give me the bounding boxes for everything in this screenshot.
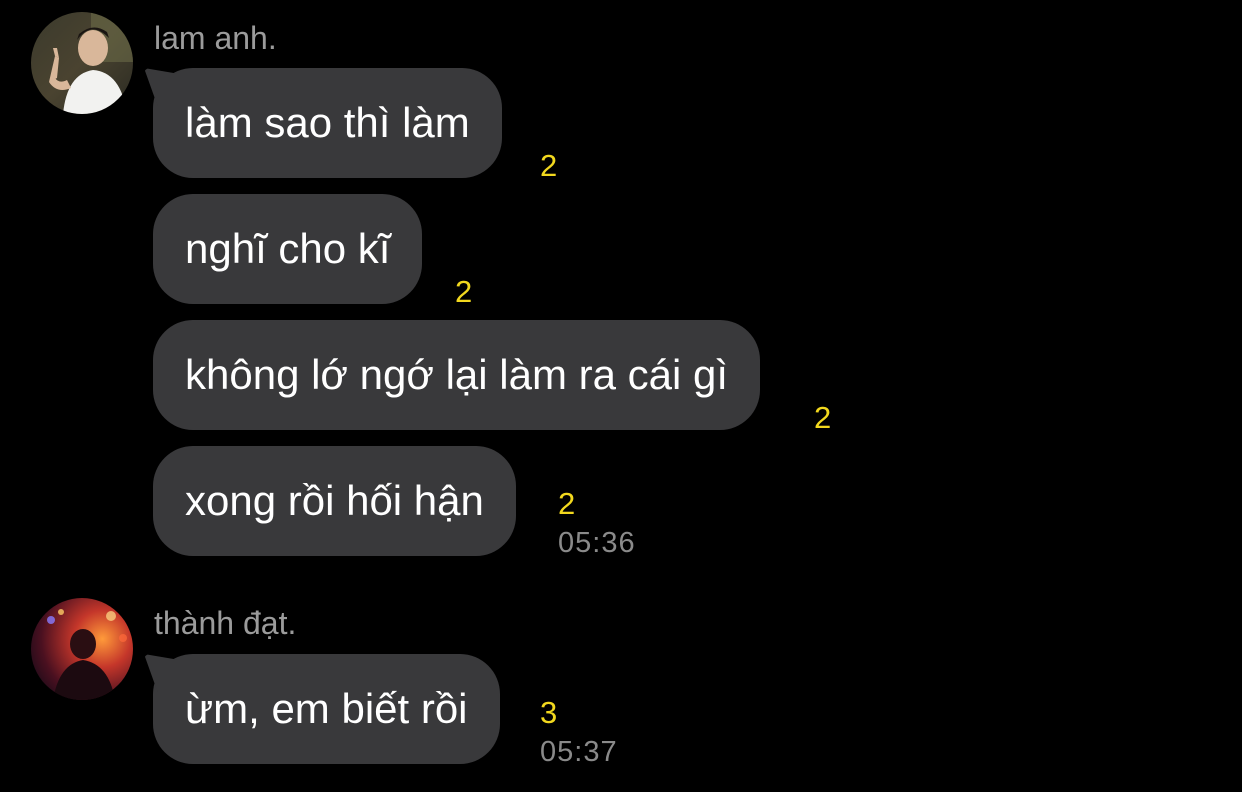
message-text: làm sao thì làm <box>185 99 470 146</box>
unread-count: 2 <box>540 148 558 183</box>
unread-count: 2 <box>455 274 473 309</box>
message-timestamp: 05:37 <box>540 736 618 768</box>
unread-count: 2 <box>558 486 576 521</box>
message-bubble[interactable]: nghĩ cho kĩ <box>153 194 423 304</box>
sender-name: thành đạt. <box>154 605 297 641</box>
avatar[interactable] <box>31 598 133 700</box>
message-timestamp: 05:36 <box>558 527 636 559</box>
message-bubble[interactable]: không lớ ngớ lại làm ra cái gì <box>153 320 761 430</box>
message-text: không lớ ngớ lại làm ra cái gì <box>185 351 729 398</box>
message-text: ừm, em biết rồi <box>185 685 468 732</box>
unread-count: 2 <box>814 400 832 435</box>
message-bubble[interactable]: xong rồi hối hận <box>153 446 516 556</box>
message-bubble[interactable]: làm sao thì làm <box>153 68 502 178</box>
avatar[interactable] <box>31 12 133 114</box>
message-bubble[interactable]: ừm, em biết rồi <box>153 654 500 764</box>
unread-count: 3 <box>540 695 558 730</box>
message-text: nghĩ cho kĩ <box>185 225 391 272</box>
user-avatar-photo-icon <box>31 598 133 700</box>
user-avatar-photo-icon <box>31 12 133 114</box>
sender-name: lam anh. <box>154 20 277 56</box>
message-text: xong rồi hối hận <box>185 477 484 524</box>
